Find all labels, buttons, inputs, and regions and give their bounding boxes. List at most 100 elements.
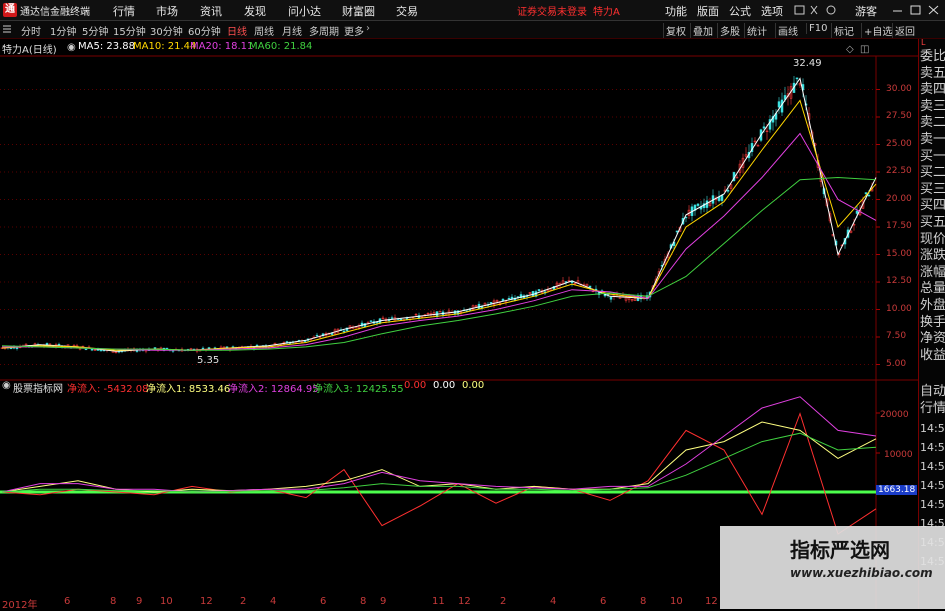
candle-body [795, 77, 799, 80]
price-axis-label: 27.50 [886, 111, 912, 121]
quote-field-18: 收益 [920, 347, 945, 363]
date-tick: 9 [380, 596, 387, 607]
period-monthly[interactable]: 月线 [282, 23, 302, 38]
auto-quote-0[interactable]: 自动 [920, 384, 945, 399]
date-tick: 6 [600, 596, 607, 607]
candle-body [762, 126, 766, 129]
period-15min[interactable]: 15分钟 [113, 23, 146, 38]
date-tick: 6 [64, 596, 71, 607]
sub-indicator-name[interactable]: 股票指标网 [13, 380, 63, 395]
date-tick: 12 [458, 596, 471, 607]
period-multi[interactable]: 多周期 [309, 23, 339, 38]
app-title: 通达信金融终端 [20, 7, 90, 18]
menu-function[interactable]: 功能 [665, 3, 687, 19]
diamond-icon[interactable]: ◇ [846, 44, 854, 55]
candle-body [537, 289, 541, 291]
price-axis-label: 7.50 [886, 331, 907, 341]
btn-f10[interactable]: F10 [806, 23, 829, 34]
sub-settings-icon[interactable]: ◉ [2, 380, 11, 391]
period-30min[interactable]: 30分钟 [150, 23, 183, 38]
menu-market[interactable]: 市场 [156, 3, 178, 19]
title-bar: 通 通达信金融终端 行情 市场 资讯 发现 问小达 财富圈 交易 证券交易未登录… [0, 0, 945, 21]
expand-icon[interactable]: ◫ [860, 44, 869, 55]
panel-toggle-icon[interactable]: L [921, 39, 925, 47]
net-inflow-label: 净流入: -5432.08 [67, 384, 149, 395]
minimize-maximize-close-icon[interactable] [890, 3, 942, 17]
menu-layout[interactable]: 版面 [697, 3, 719, 19]
extra-value-1: 0.00 [404, 380, 427, 391]
quote-field-1: 卖五 [920, 65, 945, 81]
sub-line-1 [1, 421, 877, 493]
candle-body [285, 341, 289, 343]
price-axis-label: 25.00 [886, 138, 912, 149]
quote-field-16: 换手 [920, 314, 945, 330]
auto-quote-1[interactable]: 行情 [920, 401, 945, 416]
candle-body [57, 343, 61, 346]
period-weekly[interactable]: 周线 [254, 23, 274, 38]
extra-value-2: 0.00 [433, 380, 456, 391]
period-toolbar: 分时 1分钟 5分钟 15分钟 30分钟 60分钟 日线 周线 月线 多周期 更… [0, 21, 945, 39]
guest-user[interactable]: 游客 [855, 3, 877, 19]
ma-line-ma5 [1, 77, 877, 352]
btn-stats[interactable]: 统计 [744, 23, 769, 38]
candle-body [84, 348, 88, 351]
menu-wealth[interactable]: 财富圈 [342, 3, 375, 19]
quote-field-14: 总量 [920, 281, 945, 297]
price-axis-label: 5.00 [886, 358, 907, 369]
menu-discover[interactable]: 发现 [244, 3, 266, 19]
watermark: 指标严选网 www.xuezhibiao.com [720, 526, 945, 609]
period-timeshare[interactable]: 分时 [21, 23, 41, 38]
extra-value-3: 0.00 [462, 380, 485, 391]
menu-news[interactable]: 资讯 [200, 3, 222, 19]
login-notice[interactable]: 证券交易未登录 [517, 3, 587, 18]
ma20-label: MA20: 18.11 [190, 41, 254, 52]
btn-mark[interactable]: 标记 [831, 23, 856, 38]
chevron-right-icon[interactable]: › [366, 23, 370, 34]
date-tick: 8 [110, 596, 117, 607]
candle-body [399, 318, 403, 321]
menu-quotes[interactable]: 行情 [113, 3, 135, 19]
candle-body [726, 190, 730, 192]
period-more[interactable]: 更多 [344, 23, 364, 38]
quote-field-15: 外盘 [920, 298, 945, 313]
candle-body [696, 203, 700, 206]
btn-adjust[interactable]: 复权 [663, 23, 688, 38]
window-icons [793, 4, 841, 16]
trade-time-1: 14:5 [920, 441, 945, 454]
quote-field-10: 买五 [920, 215, 945, 230]
btn-back[interactable]: 返回 [892, 23, 917, 38]
btn-multi-stock[interactable]: 多股 [717, 23, 742, 38]
quote-field-9: 买四 [920, 198, 945, 214]
sub-chart-grid [0, 412, 880, 494]
menu-formula[interactable]: 公式 [729, 3, 751, 19]
toolbar-menu-icon[interactable] [2, 24, 12, 34]
candle-body [489, 302, 493, 304]
date-tick: 9 [136, 596, 143, 607]
sub-axis-10000: 10000 [884, 450, 913, 460]
period-5min[interactable]: 5分钟 [82, 23, 108, 38]
candle-body [369, 320, 373, 322]
window-controls[interactable] [890, 3, 942, 17]
high-price-label: 32.49 [793, 58, 822, 69]
menu-trade[interactable]: 交易 [396, 3, 418, 19]
date-tick: 10 [160, 596, 173, 607]
sub-line-3 [1, 432, 877, 493]
net-inflow1-label: 净流入1: 8533.46 [146, 384, 231, 395]
price-axis-label: 30.00 [886, 83, 912, 94]
ma-lines [1, 77, 877, 352]
period-1min[interactable]: 1分钟 [50, 23, 76, 38]
trade-time-3: 14:5 [920, 479, 945, 492]
period-daily[interactable]: 日线 [227, 23, 247, 38]
btn-draw[interactable]: 画线 [775, 23, 800, 38]
settings-dot-icon[interactable]: ◉ [67, 42, 76, 53]
menu-ask[interactable]: 问小达 [288, 3, 321, 19]
menu-options[interactable]: 选项 [761, 3, 783, 19]
price-axis-label: 12.50 [886, 276, 912, 286]
date-tick: 11 [432, 596, 445, 607]
kline-chart[interactable] [0, 39, 918, 609]
btn-overlay[interactable]: 叠加 [690, 23, 715, 38]
candle-body [720, 195, 724, 201]
period-60min[interactable]: 60分钟 [188, 23, 221, 38]
btn-add-favorite[interactable]: +自选 [861, 23, 894, 38]
price-axis-label: 20.00 [886, 193, 912, 204]
